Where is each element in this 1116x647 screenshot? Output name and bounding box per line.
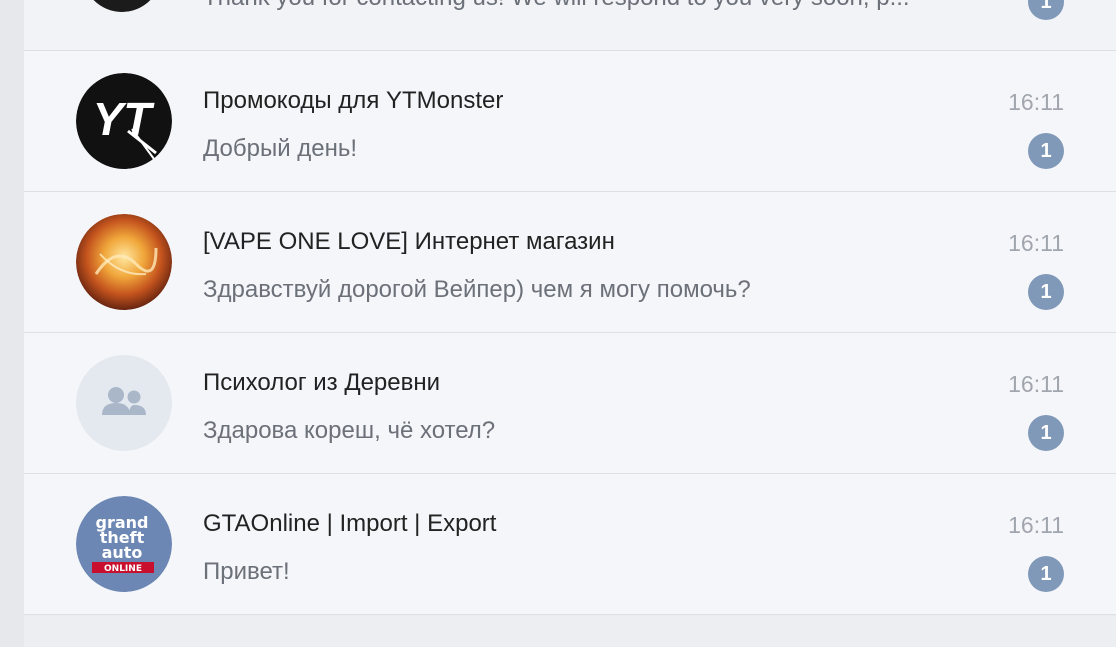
dialog-title: Психолог из Деревни <box>203 369 441 396</box>
dialog-title: Промокоды для YTMonster <box>203 87 504 114</box>
dialog-preview: Добрый день! <box>203 135 358 162</box>
unread-badge: 1 <box>1028 0 1064 20</box>
dialog-preview: Здарова кореш, чё хотел? <box>203 417 496 444</box>
yt-logo-text: YT <box>93 93 156 145</box>
next-row-edge <box>24 616 1116 647</box>
unread-badge: 1 <box>1028 274 1064 310</box>
unread-badge: 1 <box>1028 415 1064 451</box>
unread-badge: 1 <box>1028 133 1064 169</box>
dialog-title: [VAPE ONE LOVE] Интернет магазин <box>203 228 615 255</box>
group-placeholder-icon <box>76 355 172 451</box>
smoke-image-icon <box>76 214 172 310</box>
unread-badge: 1 <box>1028 556 1064 592</box>
avatar <box>76 214 172 310</box>
dialog-time: 16:11 <box>1008 230 1064 256</box>
dialog-preview: Thank you for contacting us! We will res… <box>203 0 973 12</box>
dialog-row[interactable]: Thank you for contacting us! We will res… <box>24 0 1116 51</box>
dialog-time: 16:11 <box>1008 512 1064 538</box>
dialog-row[interactable]: [VAPE ONE LOVE] Интернет магазин Здравст… <box>24 192 1116 333</box>
avatar: YT <box>76 73 172 169</box>
dialog-title: GTAOnline | Import | Export <box>203 510 497 537</box>
avatar <box>76 355 172 451</box>
dialog-time: 16:11 <box>1008 89 1064 115</box>
gta-logo-line: ONLINE <box>104 564 142 574</box>
dialog-row[interactable]: Психолог из Деревни Здарова кореш, чё хо… <box>24 333 1116 474</box>
dialog-time: 16:11 <box>1008 371 1064 397</box>
dialog-row[interactable]: grand theft auto ONLINE GTAOnline | Impo… <box>24 474 1116 615</box>
avatar: grand theft auto ONLINE <box>76 496 172 592</box>
dark-logo-icon <box>93 0 151 12</box>
gta-logo-line: auto <box>102 543 143 562</box>
dialog-row[interactable]: YT Промокоды для YTMonster Добрый день! … <box>24 51 1116 192</box>
avatar <box>82 0 162 12</box>
dialog-preview: Здравствуй дорогой Вейпер) чем я могу по… <box>203 276 751 303</box>
left-panel-edge <box>0 0 24 647</box>
yt-logo-icon: YT <box>76 73 172 169</box>
dialog-list: Thank you for contacting us! We will res… <box>24 0 1116 615</box>
gta-online-logo-icon: grand theft auto ONLINE <box>76 496 172 592</box>
dialog-preview: Привет! <box>203 558 290 585</box>
